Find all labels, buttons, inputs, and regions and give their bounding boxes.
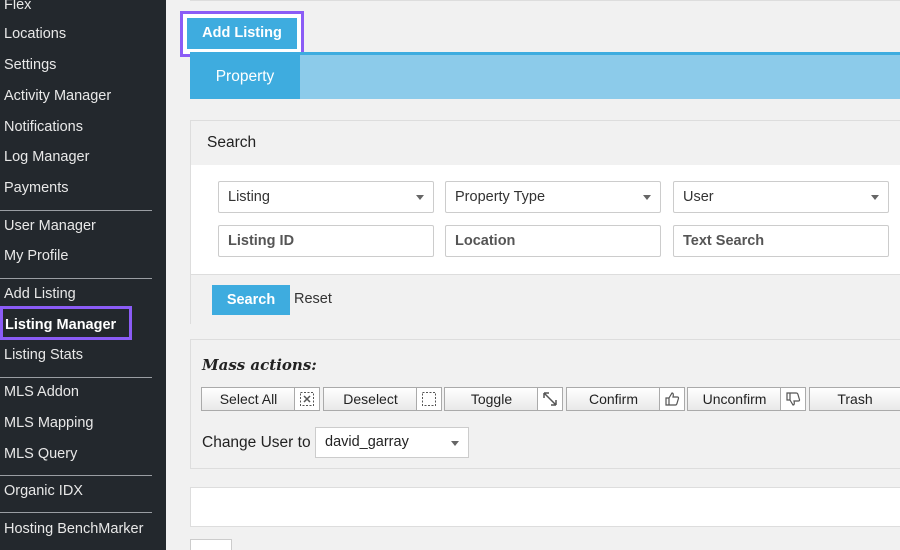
- location-placeholder: Location: [455, 233, 516, 249]
- user-select[interactable]: User: [673, 181, 889, 213]
- add-listing-button[interactable]: Add Listing: [187, 18, 297, 49]
- confirm-button[interactable]: Confirm: [566, 387, 685, 411]
- sidebar-item-mls-addon[interactable]: MLS Addon: [4, 383, 79, 401]
- mass-actions-panel: Mass actions: Select All Deselect Toggle…: [190, 339, 900, 469]
- unconfirm-label: Unconfirm: [702, 391, 767, 407]
- main-content: Add Listing Property Search Listing Prop…: [166, 0, 900, 550]
- admin-sidebar: Flex Locations Settings Activity Manager…: [0, 0, 166, 550]
- deselect-icon: [416, 388, 441, 410]
- toggle-button[interactable]: Toggle: [444, 387, 563, 411]
- text-search-placeholder: Text Search: [683, 233, 765, 249]
- toggle-icon: [537, 388, 562, 410]
- unconfirm-button[interactable]: Unconfirm: [687, 387, 806, 411]
- deselect-label: Deselect: [343, 391, 398, 407]
- sidebar-item-settings[interactable]: Settings: [4, 56, 56, 74]
- listing-id-input[interactable]: Listing ID: [218, 225, 434, 257]
- sidebar-item-mls-query[interactable]: MLS Query: [4, 445, 77, 463]
- sidebar-item-log-manager[interactable]: Log Manager: [4, 148, 89, 166]
- sidebar-divider: [0, 278, 152, 279]
- location-input[interactable]: Location: [445, 225, 661, 257]
- chevron-down-icon: [871, 195, 879, 200]
- sidebar-item-my-profile[interactable]: My Profile: [4, 247, 68, 265]
- chevron-down-icon: [643, 195, 651, 200]
- select-all-label: Select All: [219, 391, 278, 407]
- bottom-tab-stub: [190, 539, 232, 550]
- change-user-value: david_garray: [325, 434, 409, 450]
- sidebar-item-notifications[interactable]: Notifications: [4, 118, 83, 136]
- results-panel: [190, 487, 900, 527]
- property-type-select-value: Property Type: [455, 189, 546, 205]
- property-type-select[interactable]: Property Type: [445, 181, 661, 213]
- sidebar-divider: [0, 210, 152, 211]
- change-user-label: Change User to: [202, 434, 311, 451]
- change-user-select[interactable]: david_garray: [315, 427, 469, 458]
- search-panel: Search Listing Property Type User Listin…: [190, 120, 900, 324]
- thumbs-down-icon: [780, 388, 805, 410]
- toggle-label: Toggle: [470, 391, 513, 407]
- select-all-button[interactable]: Select All: [201, 387, 320, 411]
- deselect-button[interactable]: Deselect: [323, 387, 442, 411]
- sidebar-item-flex[interactable]: Flex: [4, 0, 31, 14]
- chevron-down-icon: [451, 441, 459, 446]
- search-button[interactable]: Search: [212, 285, 290, 315]
- listing-select-value: Listing: [228, 189, 270, 205]
- sidebar-item-activity-manager[interactable]: Activity Manager: [4, 87, 111, 105]
- tab-property[interactable]: Property: [190, 55, 300, 99]
- select-all-icon: [294, 388, 319, 410]
- sidebar-item-organic-idx[interactable]: Organic IDX: [4, 482, 83, 500]
- sidebar-divider: [0, 512, 152, 513]
- chevron-down-icon: [416, 195, 424, 200]
- mass-actions-title: Mass actions:: [202, 356, 317, 374]
- search-panel-title: Search: [191, 121, 900, 165]
- top-divider: [190, 0, 900, 1]
- sidebar-divider: [0, 475, 152, 476]
- sidebar-item-listing-stats[interactable]: Listing Stats: [4, 346, 83, 364]
- sidebar-item-listing-manager[interactable]: Listing Manager: [0, 306, 132, 340]
- sidebar-divider: [0, 377, 152, 378]
- user-select-value: User: [683, 189, 714, 205]
- search-footer: Search Reset: [191, 274, 900, 324]
- text-search-input[interactable]: Text Search: [673, 225, 889, 257]
- confirm-label: Confirm: [588, 391, 638, 407]
- thumbs-up-icon: [659, 388, 684, 410]
- sidebar-item-hosting-benchmarker[interactable]: Hosting BenchMarker: [4, 520, 143, 538]
- sidebar-item-add-listing[interactable]: Add Listing: [4, 285, 76, 303]
- sidebar-item-mls-mapping[interactable]: MLS Mapping: [4, 414, 93, 432]
- sidebar-item-user-manager[interactable]: User Manager: [4, 217, 96, 235]
- tab-bar: Property: [190, 52, 900, 99]
- sidebar-item-payments[interactable]: Payments: [4, 179, 68, 197]
- sidebar-item-locations[interactable]: Locations: [4, 25, 66, 43]
- listing-id-placeholder: Listing ID: [228, 233, 295, 249]
- add-listing-highlight: Add Listing: [180, 11, 304, 57]
- trash-label: Trash: [837, 391, 873, 407]
- listing-select[interactable]: Listing: [218, 181, 434, 213]
- reset-link[interactable]: Reset: [294, 291, 332, 307]
- trash-button[interactable]: Trash: [809, 387, 900, 411]
